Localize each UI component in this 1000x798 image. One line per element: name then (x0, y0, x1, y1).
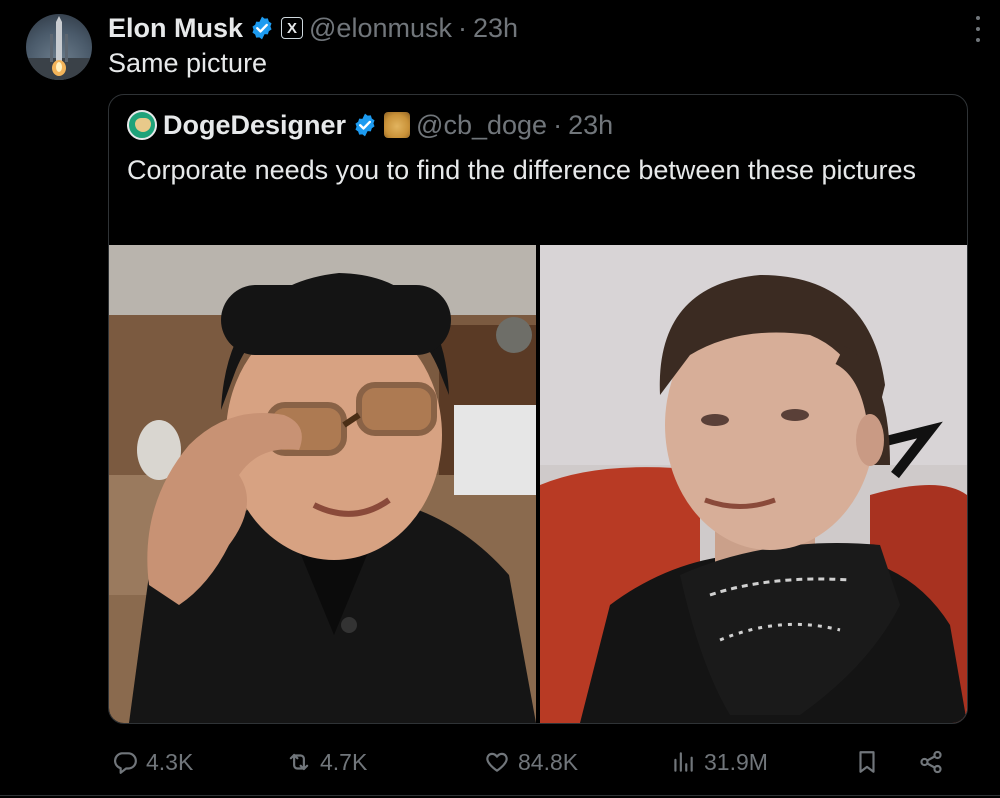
bookmark-button[interactable] (854, 744, 880, 780)
quote-author-name[interactable]: DogeDesigner (163, 110, 346, 141)
quote-author-avatar[interactable] (127, 110, 157, 140)
like-button[interactable]: 84.8K (484, 744, 578, 780)
views-button[interactable]: 31.9M (670, 744, 768, 780)
photo-image-left (109, 245, 536, 723)
verified-badge-icon[interactable] (249, 15, 275, 41)
tweet-time[interactable]: 23h (473, 13, 518, 44)
quote-tweet[interactable]: DogeDesigner @cb_doge · 23h Corporate ne… (108, 94, 968, 724)
share-button[interactable] (918, 744, 944, 780)
more-dot (976, 27, 980, 31)
share-icon (920, 750, 942, 774)
separator-dot: · (457, 12, 467, 43)
like-count: 84.8K (518, 748, 579, 775)
right-photo[interactable] (540, 245, 967, 723)
photo-image-right (540, 245, 967, 723)
action-bar: 4.3K 4.7K 84.8K 31.9M (108, 744, 968, 780)
quote-author-handle[interactable]: @cb_doge (416, 110, 547, 141)
x-affiliate-icon[interactable]: X (281, 17, 304, 39)
views-count: 31.9M (704, 748, 768, 775)
repost-count: 4.7K (320, 748, 368, 775)
verified-badge-icon[interactable] (352, 112, 378, 138)
author-avatar[interactable] (26, 14, 92, 80)
left-photo[interactable] (109, 245, 536, 723)
doge-affiliate-icon[interactable] (384, 112, 411, 138)
author-name[interactable]: Elon Musk (108, 13, 243, 44)
bookmark-icon (859, 751, 875, 773)
repost-button[interactable]: 4.7K (286, 744, 367, 780)
quote-header: DogeDesigner @cb_doge · 23h (127, 107, 613, 143)
tweet-text: Same picture (108, 48, 268, 78)
divider (0, 795, 1000, 796)
author-handle[interactable]: @elonmusk (309, 13, 452, 44)
quote-time[interactable]: 23h (568, 110, 613, 141)
quote-media[interactable] (109, 245, 967, 723)
more-dot (976, 38, 980, 42)
views-chart-icon (674, 752, 693, 772)
tweet[interactable]: Elon Musk X @elonmusk · 23h Same picture… (0, 0, 1000, 798)
quote-text: Corporate needs you to find the differen… (127, 155, 917, 185)
repost-icon (289, 753, 309, 771)
separator-dot: · (553, 109, 563, 140)
rocket-launch-icon (26, 16, 92, 80)
reply-count: 4.3K (146, 748, 194, 775)
more-vertical-icon[interactable] (974, 16, 982, 42)
tweet-header: Elon Musk X @elonmusk · 23h (108, 10, 518, 46)
reply-button[interactable]: 4.3K (112, 744, 193, 780)
reply-icon (114, 752, 137, 774)
more-dot (976, 16, 980, 20)
heart-icon (486, 752, 508, 772)
